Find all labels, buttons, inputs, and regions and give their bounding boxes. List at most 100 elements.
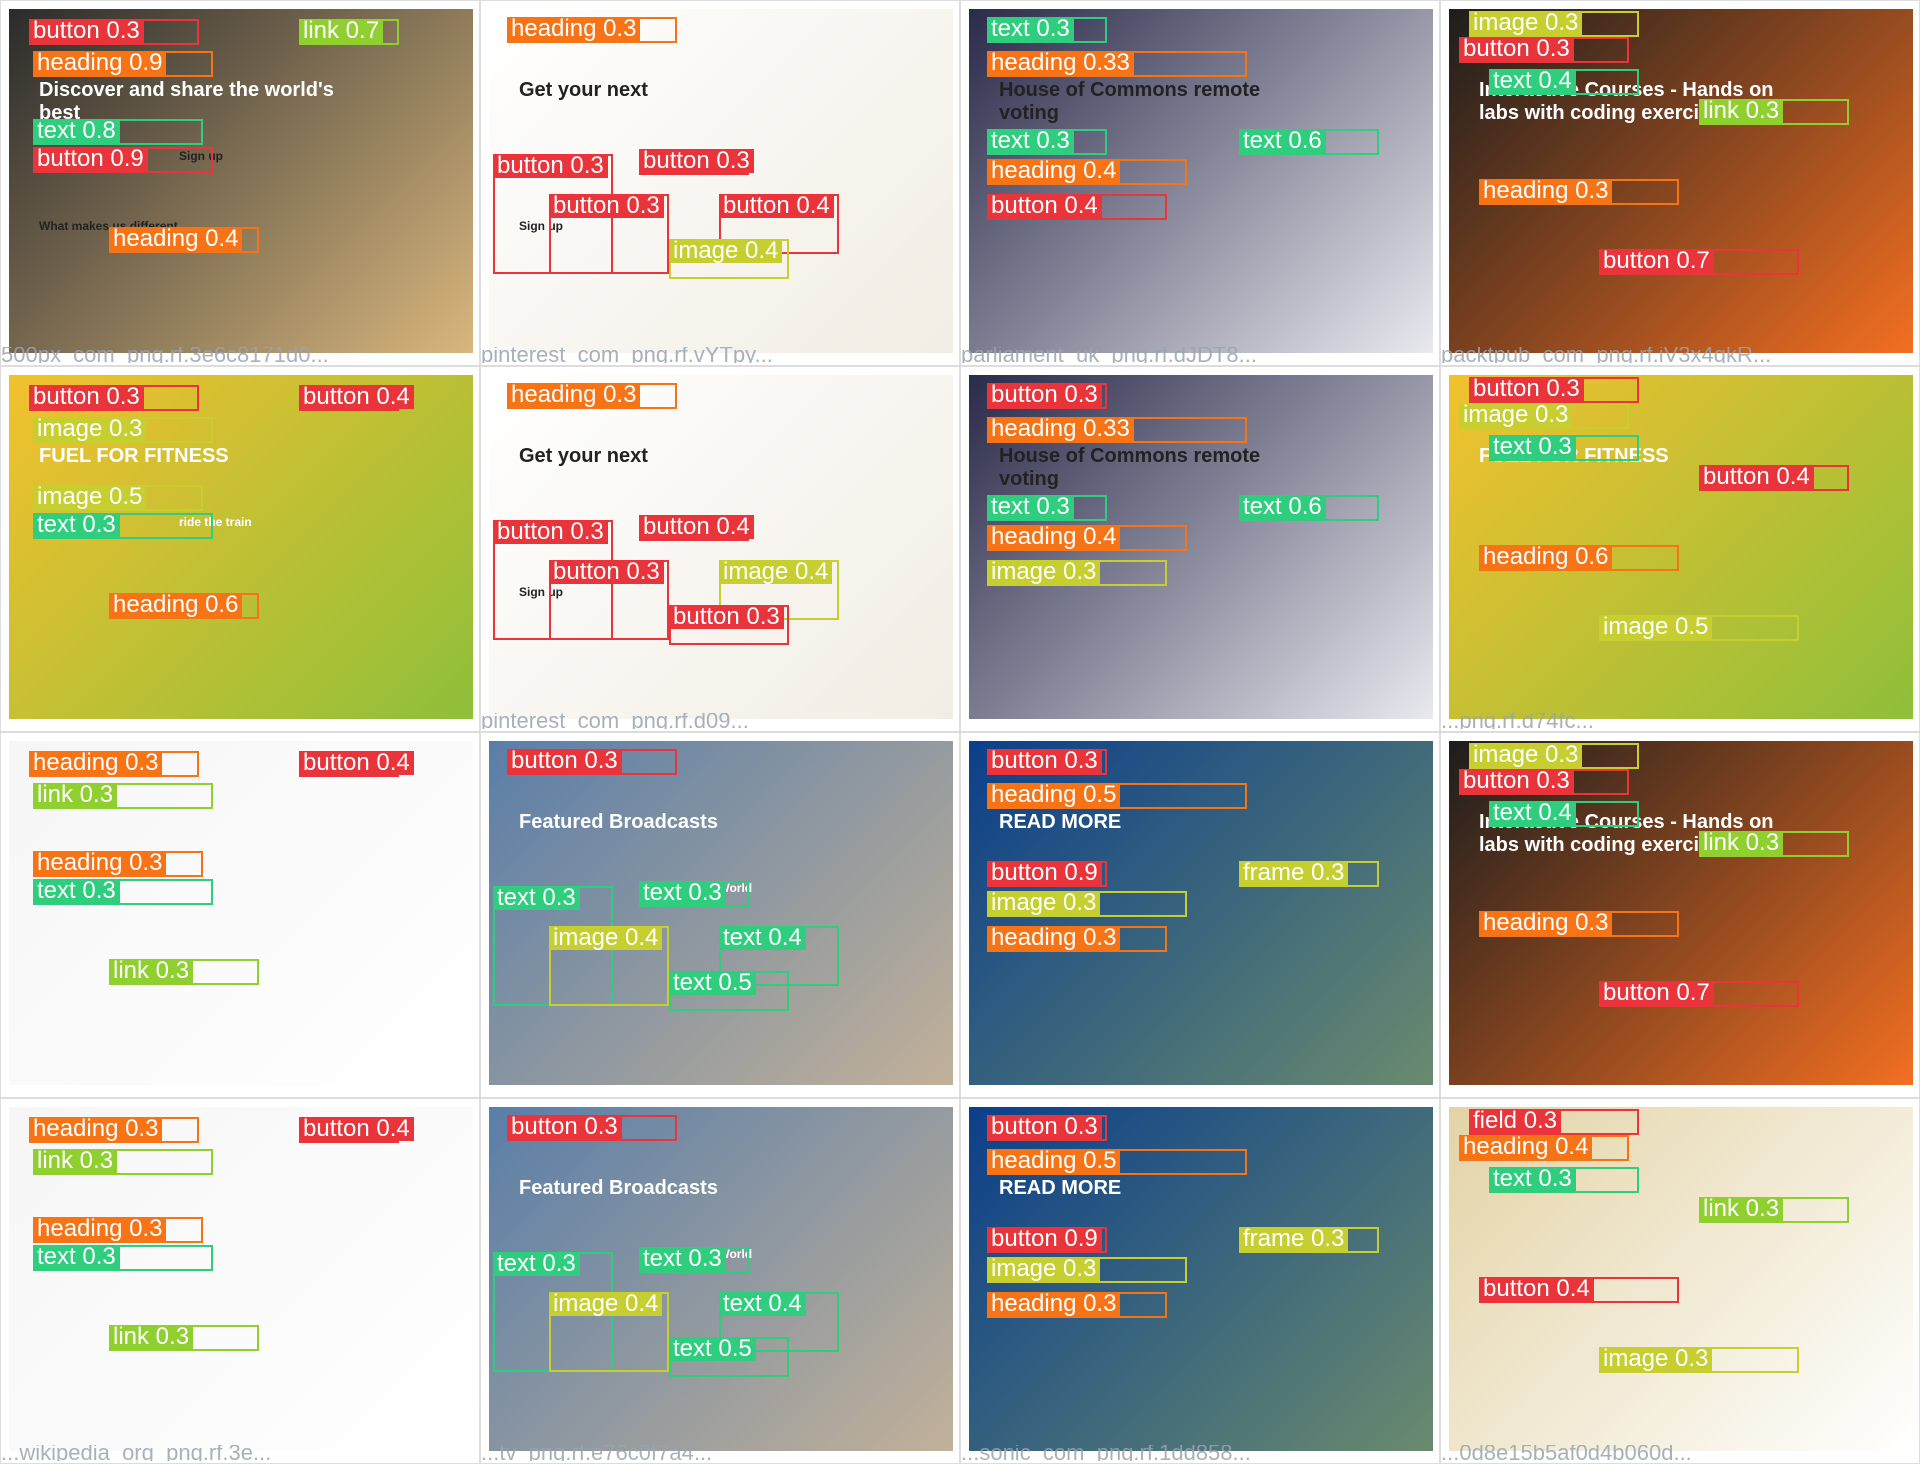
detection-box-text: text 0.4 xyxy=(1489,801,1639,827)
detection-label: heading 0.6 xyxy=(1479,545,1613,569)
detection-label: button 0.4 xyxy=(987,194,1102,218)
detection-box-image: image 0.4 xyxy=(549,926,669,1006)
detection-label: button 0.3 xyxy=(987,383,1102,407)
detection-label: image 0.4 xyxy=(719,560,833,584)
detection-box-link: link 0.7 xyxy=(299,19,399,45)
detection-box-text: text 0.4 xyxy=(1489,69,1639,95)
detection-label: image 0.3 xyxy=(1469,11,1583,35)
detection-label: button 0.3 xyxy=(1459,37,1574,61)
detection-box-text: text 0.3 xyxy=(33,879,213,905)
detection-box-text: text 0.3 xyxy=(987,17,1107,43)
screenshot-tile: Interactive Courses - Hands on labs with… xyxy=(1440,732,1920,1098)
detection-box-button: button 0.3 xyxy=(639,149,754,175)
screenshot-frame: House of Commons remote voting text 0.3 he… xyxy=(969,9,1433,353)
detection-box-heading: heading 0.4 xyxy=(987,159,1187,185)
detection-box-link: link 0.3 xyxy=(1699,831,1849,857)
screenshot-text: Get your next xyxy=(519,445,648,467)
detection-box-link: link 0.3 xyxy=(33,1149,213,1175)
annotated-screenshot-grid: Discover and share the world's best Sign … xyxy=(0,0,1920,1464)
detection-label: heading 0.3 xyxy=(1479,179,1613,203)
detection-label: image 0.3 xyxy=(987,560,1101,584)
detection-label: button 0.3 xyxy=(507,1115,622,1139)
detection-box-text: text 0.3 xyxy=(639,881,749,907)
detection-box-button: button 0.9 xyxy=(987,861,1107,887)
detection-label: heading 0.3 xyxy=(29,1117,163,1141)
detection-label: button 0.4 xyxy=(299,385,414,409)
detection-label: button 0.3 xyxy=(493,154,608,178)
detection-label: heading 0.5 xyxy=(987,783,1121,807)
detection-label: text 0.3 xyxy=(987,495,1074,519)
detection-box-heading: heading 0.9 xyxy=(33,51,213,77)
detection-box-link: link 0.3 xyxy=(1699,1197,1849,1223)
detection-label: text 0.3 xyxy=(639,881,726,905)
detection-label: heading 0.4 xyxy=(109,227,243,251)
detection-label: button 0.3 xyxy=(493,520,608,544)
detection-box-text: text 0.3 xyxy=(33,1245,213,1271)
detection-label: button 0.3 xyxy=(29,385,144,409)
detection-label: image 0.3 xyxy=(1459,403,1573,427)
detection-label: button 0.3 xyxy=(1469,377,1584,401)
screenshot-text: House of Commons remote voting xyxy=(999,79,1261,124)
detection-box-button: button 0.3 xyxy=(987,383,1107,409)
detection-box-heading: heading 0.6 xyxy=(109,593,259,619)
detection-label: link 0.3 xyxy=(33,783,118,807)
detection-label: link 0.3 xyxy=(1699,99,1784,123)
screenshot-tile: Get your nextLog inSign upheading 0.3but… xyxy=(480,0,960,366)
detection-box-heading: heading 0.3 xyxy=(29,751,199,777)
screenshot-tile: House of Commons remote voting button 0.3… xyxy=(960,366,1440,732)
detection-label: button 0.9 xyxy=(33,147,148,171)
screenshot-text: READ MORE xyxy=(999,1177,1122,1199)
detection-box-button: button 0.3 xyxy=(29,385,199,411)
detection-box-button: button 0.3 xyxy=(549,560,669,640)
detection-box-text: text 0.8 xyxy=(33,119,203,145)
detection-label: heading 0.4 xyxy=(987,525,1121,549)
screenshot-text: READ MORE xyxy=(999,811,1122,833)
screenshot-text: Get your next xyxy=(519,79,648,101)
detection-label: image 0.5 xyxy=(1599,615,1713,639)
detection-label: text 0.5 xyxy=(669,971,756,995)
detection-box-heading: heading 0.3 xyxy=(33,851,203,877)
detection-box-text: text 0.3 xyxy=(987,495,1107,521)
detection-box-button: button 0.3 xyxy=(507,1115,677,1141)
screenshot-text: Featured Broadcasts xyxy=(519,1177,718,1199)
detection-label: text 0.3 xyxy=(1489,1167,1576,1191)
detection-box-button: button 0.4 xyxy=(299,385,414,411)
screenshot-frame: heading 0.3 link 0.3 heading 0.3 text 0.3 li… xyxy=(9,1107,473,1451)
detection-box-button: button 0.4 xyxy=(987,194,1167,220)
detection-label: button 0.4 xyxy=(1699,465,1814,489)
detection-label: heading 0.3 xyxy=(507,383,641,407)
screenshot-frame: Get your nextLog inSign upheading 0.3but… xyxy=(489,375,953,719)
detection-box-heading: heading 0.3 xyxy=(987,1292,1167,1318)
detection-label: button 0.3 xyxy=(29,19,144,43)
detection-box-text: text 0.5 xyxy=(669,971,789,1011)
detection-box-button: button 0.3 xyxy=(1459,37,1629,63)
detection-label: text 0.3 xyxy=(493,886,580,910)
screenshot-tile: Featured BroadcastsTravel the Worldbutto… xyxy=(480,1098,960,1464)
detection-label: heading 0.3 xyxy=(33,1217,167,1241)
detection-label: image 0.5 xyxy=(33,485,147,509)
detection-box-image: image 0.5 xyxy=(33,485,203,511)
detection-box-image: image 0.3 xyxy=(1459,403,1629,429)
detection-box-heading: heading 0.3 xyxy=(507,383,677,409)
screenshot-tile: Get your nextLog inSign upheading 0.3but… xyxy=(480,366,960,732)
screenshot-frame: Interactive Courses - Hands on labs with… xyxy=(1449,741,1913,1085)
detection-box-button: button 0.4 xyxy=(1699,465,1849,491)
detection-label: text 0.3 xyxy=(987,129,1074,153)
detection-box-button: button 0.3 xyxy=(987,1115,1107,1141)
detection-label: text 0.3 xyxy=(493,1252,580,1276)
detection-box-image: image 0.3 xyxy=(1469,11,1639,37)
detection-label: frame 0.3 xyxy=(1239,1227,1349,1251)
detection-label: link 0.3 xyxy=(1699,831,1784,855)
detection-box-frame: frame 0.3 xyxy=(1239,1227,1379,1253)
screenshot-frame: field 0.3 heading 0.4 text 0.3 button 0.4 li… xyxy=(1449,1107,1913,1451)
detection-box-link: link 0.3 xyxy=(109,1325,259,1351)
detection-box-button: button 0.7 xyxy=(1599,249,1799,275)
screenshot-frame: Interactive Courses - Hands on labs with… xyxy=(1449,9,1913,353)
detection-label: heading 0.5 xyxy=(987,1149,1121,1173)
screenshot-tile: FUEL FOR FITNESSbutton 0.3image 0.3text … xyxy=(1440,366,1920,732)
detection-label: link 0.3 xyxy=(1699,1197,1784,1221)
detection-label: image 0.3 xyxy=(1469,743,1583,767)
detection-label: link 0.7 xyxy=(299,19,384,43)
screenshot-tile: Featured BroadcastsTravel the Worldbutto… xyxy=(480,732,960,1098)
detection-box-frame: frame 0.3 xyxy=(1239,861,1379,887)
